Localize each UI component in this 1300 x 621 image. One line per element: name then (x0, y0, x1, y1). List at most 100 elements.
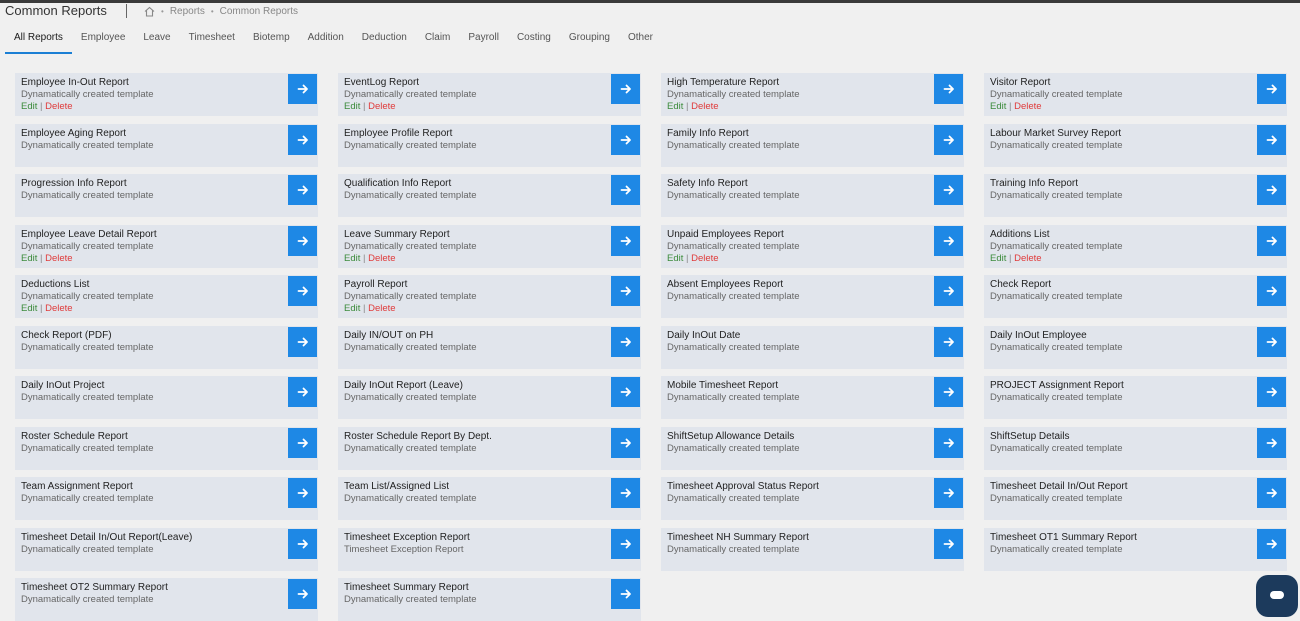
arrow-right-icon (297, 539, 308, 549)
report-card: Unpaid Employees Report Dynamatically cre… (661, 225, 964, 268)
delete-link[interactable]: Delete (368, 253, 395, 264)
tab-addition[interactable]: Addition (299, 30, 353, 52)
open-report-button[interactable] (288, 428, 317, 458)
open-report-button[interactable] (611, 74, 640, 104)
arrow-right-icon (297, 185, 308, 195)
breadcrumb-reports[interactable]: Reports (170, 6, 205, 17)
tab-leave[interactable]: Leave (134, 30, 179, 52)
delete-link[interactable]: Delete (1014, 253, 1041, 264)
edit-link[interactable]: Edit (21, 303, 37, 314)
delete-link[interactable]: Delete (368, 303, 395, 314)
open-report-button[interactable] (288, 226, 317, 256)
open-report-button[interactable] (1257, 377, 1286, 407)
report-title: ShiftSetup Allowance Details (667, 431, 795, 442)
delete-link[interactable]: Delete (691, 101, 718, 112)
open-report-button[interactable] (934, 125, 963, 155)
edit-link[interactable]: Edit (21, 101, 37, 112)
open-report-button[interactable] (288, 579, 317, 609)
tab-biotemp[interactable]: Biotemp (244, 30, 299, 52)
edit-link[interactable]: Edit (667, 253, 683, 264)
edit-link[interactable]: Edit (667, 101, 683, 112)
open-report-button[interactable] (611, 478, 640, 508)
edit-link[interactable]: Edit (990, 253, 1006, 264)
action-separator: | (686, 101, 689, 112)
title-divider (126, 4, 127, 18)
tab-other[interactable]: Other (619, 30, 662, 52)
report-card: Additions List Dynamatically created temp… (984, 225, 1287, 268)
report-description: Dynamatically created template (21, 241, 154, 252)
edit-link[interactable]: Edit (344, 253, 360, 264)
edit-link[interactable]: Edit (344, 303, 360, 314)
open-report-button[interactable] (1257, 74, 1286, 104)
open-report-button[interactable] (288, 478, 317, 508)
open-report-button[interactable] (934, 327, 963, 357)
open-report-button[interactable] (934, 377, 963, 407)
tab-grouping[interactable]: Grouping (560, 30, 619, 52)
open-report-button[interactable] (934, 428, 963, 458)
report-description: Dynamatically created template (990, 392, 1123, 403)
arrow-right-icon (943, 438, 954, 448)
open-report-button[interactable] (611, 226, 640, 256)
open-report-button[interactable] (288, 175, 317, 205)
open-report-button[interactable] (1257, 529, 1286, 559)
edit-link[interactable]: Edit (990, 101, 1006, 112)
open-report-button[interactable] (611, 175, 640, 205)
open-report-button[interactable] (611, 428, 640, 458)
report-actions: Edit | Delete (344, 303, 396, 315)
report-title: Employee Aging Report (21, 128, 127, 139)
open-report-button[interactable] (611, 125, 640, 155)
open-report-button[interactable] (934, 276, 963, 306)
chat-widget-button[interactable] (1256, 575, 1298, 617)
tab-employee[interactable]: Employee (72, 30, 134, 52)
open-report-button[interactable] (934, 226, 963, 256)
arrow-right-icon (1266, 185, 1277, 195)
report-description: Dynamatically created template (344, 89, 477, 100)
tab-deduction[interactable]: Deduction (353, 30, 416, 52)
open-report-button[interactable] (288, 327, 317, 357)
home-icon[interactable] (144, 6, 155, 17)
report-actions: Edit | Delete (667, 253, 719, 265)
open-report-button[interactable] (1257, 428, 1286, 458)
tab-all-reports[interactable]: All Reports (5, 30, 72, 54)
open-report-button[interactable] (288, 74, 317, 104)
tab-claim[interactable]: Claim (416, 30, 460, 52)
report-card: Payroll Report Dynamatically created temp… (338, 275, 641, 318)
tab-timesheet[interactable]: Timesheet (180, 30, 244, 52)
open-report-button[interactable] (1257, 478, 1286, 508)
open-report-button[interactable] (934, 74, 963, 104)
open-report-button[interactable] (934, 175, 963, 205)
report-card: PROJECT Assignment Report Dynamatically c… (984, 376, 1287, 419)
action-separator: | (1009, 253, 1012, 264)
report-description: Dynamatically created template (990, 241, 1123, 252)
report-title: Timesheet Detail In/Out Report (990, 481, 1128, 492)
open-report-button[interactable] (288, 276, 317, 306)
open-report-button[interactable] (611, 529, 640, 559)
open-report-button[interactable] (611, 327, 640, 357)
open-report-button[interactable] (288, 529, 317, 559)
delete-link[interactable]: Delete (1014, 101, 1041, 112)
open-report-button[interactable] (1257, 125, 1286, 155)
open-report-button[interactable] (611, 276, 640, 306)
open-report-button[interactable] (288, 377, 317, 407)
tab-costing[interactable]: Costing (508, 30, 560, 52)
delete-link[interactable]: Delete (691, 253, 718, 264)
report-description: Dynamatically created template (344, 443, 477, 454)
open-report-button[interactable] (1257, 175, 1286, 205)
edit-link[interactable]: Edit (21, 253, 37, 264)
open-report-button[interactable] (1257, 327, 1286, 357)
open-report-button[interactable] (934, 529, 963, 559)
open-report-button[interactable] (1257, 276, 1286, 306)
open-report-button[interactable] (611, 579, 640, 609)
delete-link[interactable]: Delete (45, 253, 72, 264)
delete-link[interactable]: Delete (45, 303, 72, 314)
open-report-button[interactable] (1257, 226, 1286, 256)
delete-link[interactable]: Delete (368, 101, 395, 112)
arrow-right-icon (620, 387, 631, 397)
open-report-button[interactable] (288, 125, 317, 155)
report-card: Timesheet OT1 Summary Report Dynamaticall… (984, 528, 1287, 571)
tab-payroll[interactable]: Payroll (459, 30, 508, 52)
open-report-button[interactable] (611, 377, 640, 407)
open-report-button[interactable] (934, 478, 963, 508)
delete-link[interactable]: Delete (45, 101, 72, 112)
edit-link[interactable]: Edit (344, 101, 360, 112)
